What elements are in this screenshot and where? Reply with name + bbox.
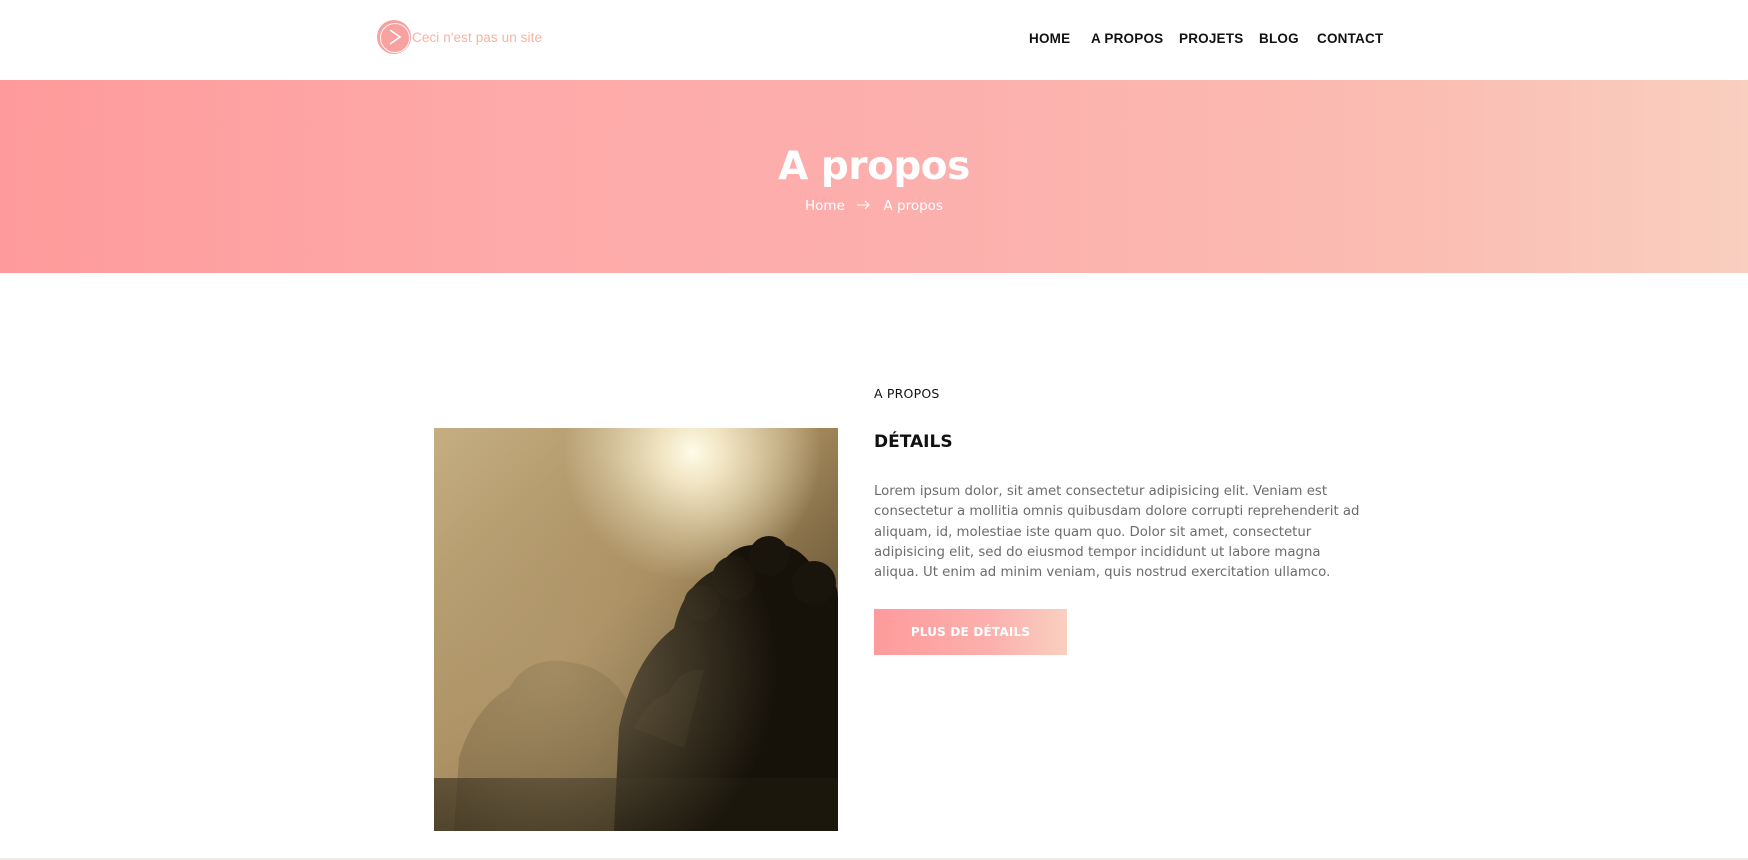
about-image	[434, 428, 838, 831]
nav-blog[interactable]: BLOG	[1259, 31, 1299, 46]
breadcrumb-home-link[interactable]: Home	[805, 198, 845, 214]
breadcrumb: Home A propos	[0, 198, 1748, 214]
nav-home[interactable]: HOME	[1029, 31, 1070, 46]
page-title: A propos	[778, 144, 970, 189]
section-label: A PROPOS	[874, 386, 940, 401]
nav-projects[interactable]: PROJETS	[1179, 31, 1243, 46]
site-logo[interactable]: Ceci n'est pas un site	[377, 20, 542, 54]
play-circle-icon	[377, 20, 411, 54]
logo-text: Ceci n'est pas un site	[412, 29, 543, 45]
more-details-button[interactable]: PLUS DE DÉTAILS	[874, 609, 1067, 655]
arrow-right-icon	[857, 198, 871, 214]
page-banner: A propos Home A propos	[0, 80, 1748, 273]
nav-about[interactable]: A PROPOS	[1091, 31, 1163, 46]
section-body-text: Lorem ipsum dolor, sit amet consectetur …	[874, 484, 1360, 581]
site-header: Ceci n'est pas un site HOME A PROPOS PRO…	[0, 0, 1748, 80]
nav-contact[interactable]: CONTACT	[1317, 31, 1383, 46]
breadcrumb-current: A propos	[883, 198, 943, 214]
section-heading: DÉTAILS	[874, 432, 953, 452]
